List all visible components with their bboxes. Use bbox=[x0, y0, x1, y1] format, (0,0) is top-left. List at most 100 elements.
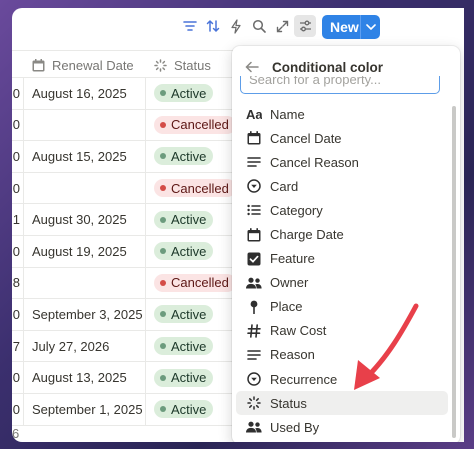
status-label: Active bbox=[171, 148, 207, 164]
status-badge: Active bbox=[154, 84, 214, 103]
filter-icon[interactable] bbox=[182, 18, 198, 34]
property-item-used-by[interactable]: Used By bbox=[236, 415, 448, 439]
renewal-date-cell[interactable] bbox=[24, 172, 146, 204]
status-badge: Active bbox=[154, 337, 214, 356]
renewal-date-cell[interactable]: September 3, 2025 bbox=[24, 299, 146, 330]
row-count: 6 bbox=[12, 426, 20, 441]
property-item-label: Place bbox=[270, 299, 303, 315]
status-dot bbox=[160, 90, 166, 97]
property-item-label: Raw Cost bbox=[270, 323, 327, 339]
status-icon bbox=[246, 395, 262, 411]
status-label: Cancelled bbox=[171, 275, 229, 291]
status-icon bbox=[154, 58, 167, 72]
checkbox-icon bbox=[246, 251, 262, 267]
table-row[interactable]: 0 August 16, 2025 Active bbox=[12, 78, 252, 110]
property-item-reason[interactable]: Reason bbox=[236, 343, 448, 367]
status-badge: Active bbox=[154, 210, 214, 229]
row-number: 8 bbox=[12, 267, 24, 299]
status-dot bbox=[160, 374, 166, 381]
status-label: Cancelled bbox=[171, 117, 229, 133]
sliders-icon[interactable] bbox=[294, 15, 316, 37]
lightning-icon[interactable] bbox=[228, 18, 244, 34]
renewal-date-cell[interactable]: August 16, 2025 bbox=[24, 78, 146, 109]
renewal-date-cell[interactable]: July 27, 2026 bbox=[24, 330, 146, 362]
renewal-date-cell[interactable]: August 13, 2025 bbox=[24, 362, 146, 393]
chevron-down-icon[interactable] bbox=[361, 24, 380, 30]
new-button[interactable]: New bbox=[322, 15, 380, 39]
select-icon bbox=[246, 371, 262, 387]
property-item-cancel-date[interactable]: Cancel Date bbox=[236, 126, 448, 150]
property-item-raw-cost[interactable]: Raw Cost bbox=[236, 319, 448, 343]
property-search-input[interactable]: Search for a property... bbox=[240, 76, 440, 94]
status-label: Active bbox=[171, 306, 207, 322]
row-number: 0 bbox=[12, 393, 24, 425]
renewal-date-cell[interactable]: August 30, 2025 bbox=[24, 204, 146, 235]
toolbar: New bbox=[12, 8, 464, 44]
row-number: 7 bbox=[12, 330, 24, 362]
table-row[interactable]: 0 September 1, 2025 Active bbox=[12, 393, 252, 426]
property-item-label: Owner bbox=[270, 275, 309, 291]
status-dot bbox=[160, 311, 166, 318]
status-label: Active bbox=[171, 338, 207, 354]
property-list: Aa Name Cancel Date Cancel Reason Card Catego… bbox=[236, 102, 448, 439]
renewal-date-cell[interactable] bbox=[24, 267, 146, 299]
status-label: Active bbox=[171, 243, 207, 259]
table-row[interactable]: 0 August 13, 2025 Active bbox=[12, 362, 252, 394]
row-number: 0 bbox=[12, 141, 24, 172]
table-row[interactable]: 0 Cancelled bbox=[12, 109, 252, 142]
renewal-date-cell[interactable]: August 19, 2025 bbox=[24, 235, 146, 267]
status-dot bbox=[160, 406, 166, 413]
table-row[interactable]: 0 August 15, 2025 Active bbox=[12, 141, 252, 173]
column-header-renewal-date[interactable]: Renewal Date bbox=[32, 51, 134, 79]
table-row[interactable]: 0 August 19, 2025 Active bbox=[12, 235, 252, 268]
property-item-label: Cancel Reason bbox=[270, 154, 359, 170]
status-badge: Cancelled bbox=[154, 273, 236, 292]
new-button-label: New bbox=[330, 19, 359, 35]
row-number: 0 bbox=[12, 78, 24, 109]
table-row[interactable]: 0 September 3, 2025 Active bbox=[12, 299, 252, 331]
property-item-recurrence[interactable]: Recurrence bbox=[236, 367, 448, 391]
row-number: 0 bbox=[12, 362, 24, 393]
expand-icon[interactable] bbox=[274, 18, 290, 34]
status-badge: Active bbox=[154, 400, 214, 419]
property-item-card[interactable]: Card bbox=[236, 174, 448, 198]
column-header-status[interactable]: Status bbox=[154, 51, 211, 79]
property-item-label: Recurrence bbox=[270, 371, 338, 387]
row-number: 1 bbox=[12, 204, 24, 235]
lines-icon bbox=[246, 154, 262, 170]
people-icon bbox=[246, 419, 262, 435]
property-item-category[interactable]: Category bbox=[236, 198, 448, 222]
status-label: Active bbox=[171, 401, 207, 417]
panel-title: Conditional color bbox=[272, 59, 383, 75]
calendar-icon bbox=[246, 130, 262, 146]
panel-scrollbar[interactable] bbox=[452, 106, 456, 438]
property-item-status[interactable]: Status bbox=[236, 391, 448, 416]
search-icon[interactable] bbox=[251, 18, 267, 34]
back-arrow-icon[interactable] bbox=[240, 61, 264, 73]
list-icon bbox=[246, 202, 262, 218]
table-row[interactable]: 7 July 27, 2026 Active bbox=[12, 330, 252, 363]
property-item-owner[interactable]: Owner bbox=[236, 271, 448, 295]
status-badge: Active bbox=[154, 242, 214, 261]
property-item-name[interactable]: Aa Name bbox=[236, 102, 448, 126]
renewal-date-cell[interactable] bbox=[24, 109, 146, 141]
property-item-label: Reason bbox=[270, 347, 315, 363]
status-label: Cancelled bbox=[171, 180, 229, 196]
property-item-place[interactable]: Place bbox=[236, 295, 448, 319]
row-number: 0 bbox=[12, 235, 24, 267]
property-item-label: Feature bbox=[270, 251, 315, 267]
sort-icon[interactable] bbox=[205, 18, 221, 34]
property-item-feature[interactable]: Feature bbox=[236, 247, 448, 271]
property-item-cancel-reason[interactable]: Cancel Reason bbox=[236, 150, 448, 174]
status-dot bbox=[160, 185, 166, 192]
table-row[interactable]: 1 August 30, 2025 Active bbox=[12, 204, 252, 236]
table-row[interactable]: 8 Cancelled bbox=[12, 267, 252, 300]
table-row[interactable]: 0 Cancelled bbox=[12, 172, 252, 205]
hash-icon bbox=[246, 323, 262, 339]
status-dot bbox=[160, 153, 166, 160]
property-item-charge-date[interactable]: Charge Date bbox=[236, 222, 448, 246]
status-dot bbox=[160, 248, 166, 255]
renewal-date-cell[interactable]: September 1, 2025 bbox=[24, 393, 146, 425]
renewal-date-cell[interactable]: August 15, 2025 bbox=[24, 141, 146, 172]
property-item-label: Card bbox=[270, 178, 299, 194]
